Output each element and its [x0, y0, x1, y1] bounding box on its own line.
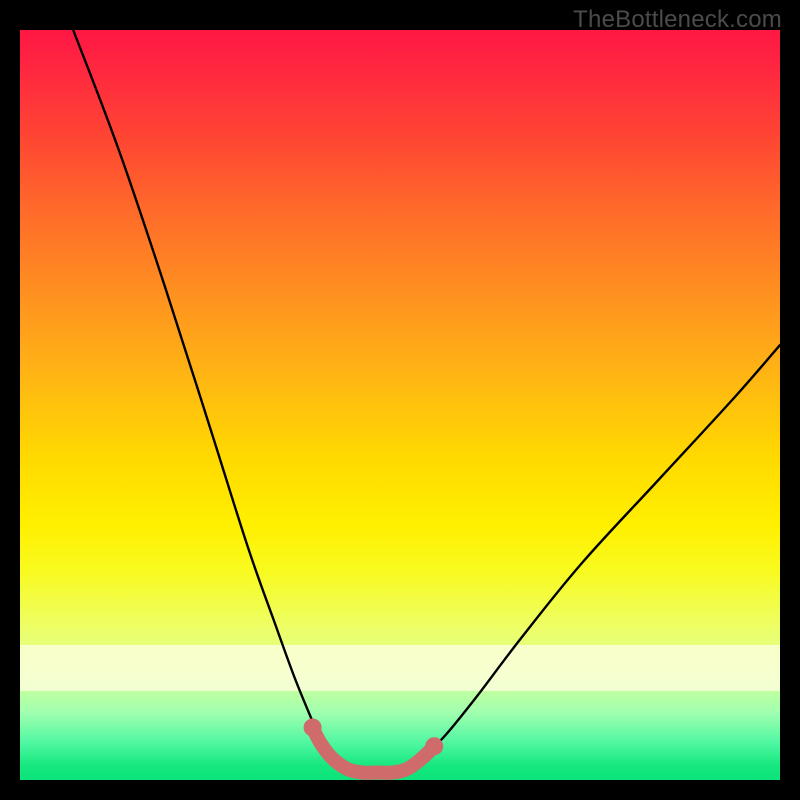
- chart-svg: [20, 30, 780, 780]
- bottleneck-curve-path: [73, 30, 780, 773]
- trough-dot-left: [304, 719, 322, 737]
- trough-highlight-path: [313, 728, 435, 773]
- trough-dot-right: [425, 737, 443, 755]
- watermark-text: TheBottleneck.com: [573, 6, 782, 34]
- chart-frame: TheBottleneck.com: [0, 0, 800, 800]
